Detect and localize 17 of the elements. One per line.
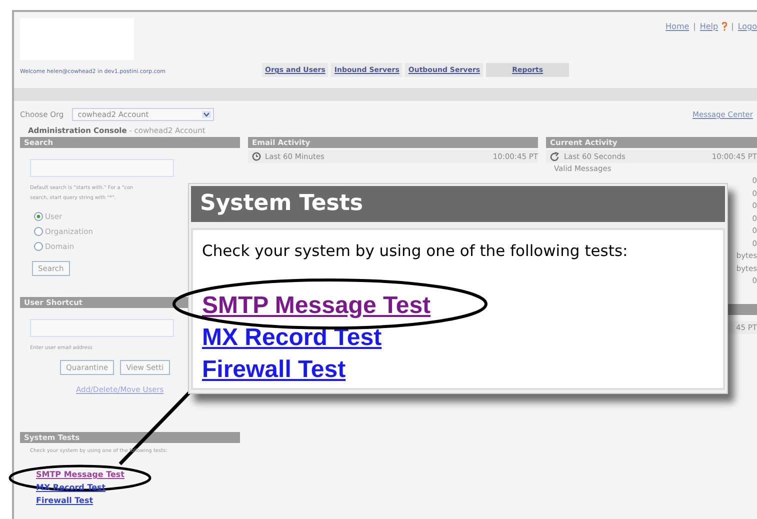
test-link[interactable]: SMTP Message Test bbox=[36, 468, 124, 481]
separator: | bbox=[693, 22, 696, 31]
home-link[interactable]: Home bbox=[666, 22, 690, 31]
help-icon bbox=[722, 22, 728, 31]
clock-icon bbox=[252, 152, 261, 161]
test-link[interactable]: Firewall Test bbox=[202, 354, 346, 386]
separator: | bbox=[731, 22, 734, 31]
refresh-icon bbox=[550, 152, 560, 162]
email-field[interactable] bbox=[30, 319, 174, 337]
logout-link[interactable]: Logo bbox=[738, 22, 757, 31]
help-link[interactable]: Help bbox=[700, 22, 718, 31]
dropdown-arrow-icon bbox=[202, 111, 211, 118]
callout-title: System Tests bbox=[191, 186, 725, 222]
search-field[interactable] bbox=[30, 159, 174, 177]
test-link[interactable]: MX Record Test bbox=[202, 322, 382, 354]
test-link[interactable]: Firewall Test bbox=[36, 494, 94, 507]
callout-text: Check your system by using one of the following tests: bbox=[202, 242, 628, 260]
